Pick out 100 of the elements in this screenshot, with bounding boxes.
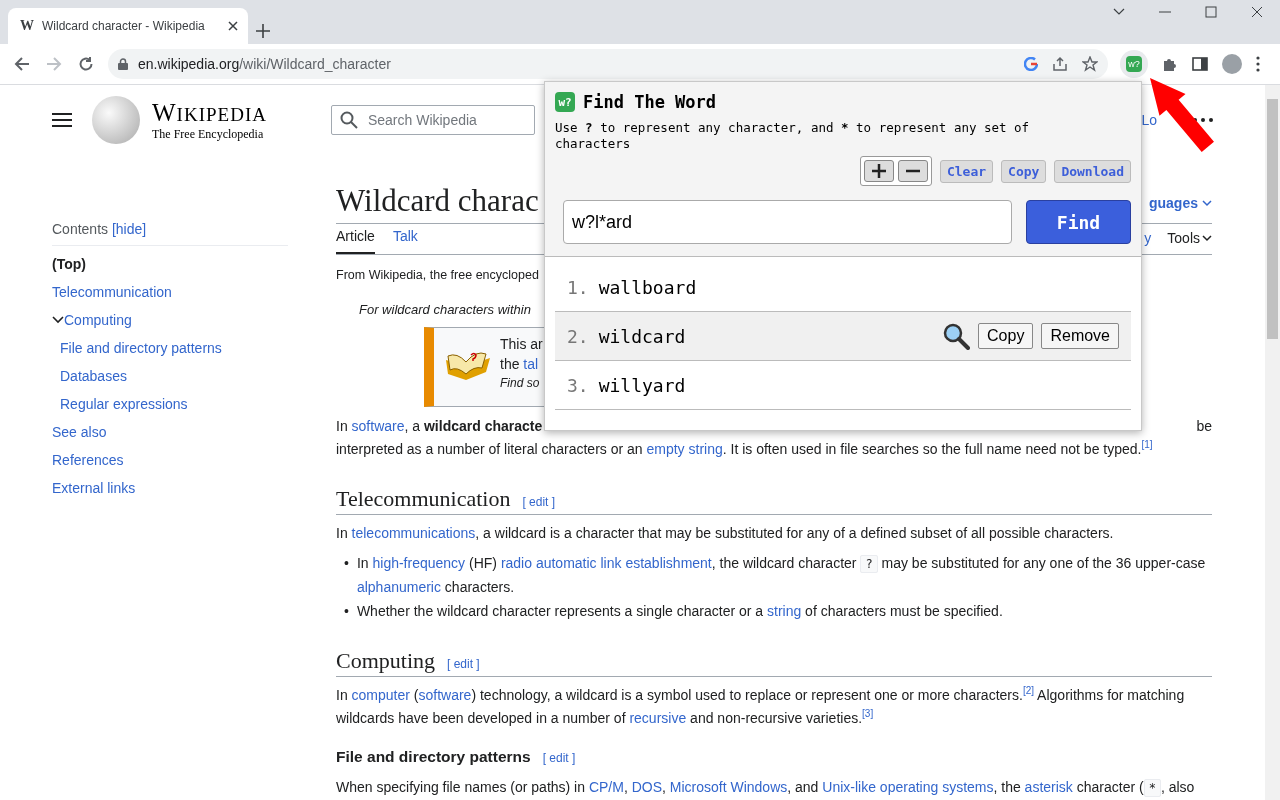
new-tab-icon[interactable] [256,24,270,38]
tool-button[interactable]: Clear [939,159,994,183]
popup-description: Use ? to represent any character, and * to represent any set of characters [555,120,1031,152]
article-link[interactable]: DOS [631,779,662,795]
toc-link[interactable]: (Top) [52,256,86,272]
search-icon [339,111,358,129]
list-item: In high-frequency (HF) radio automatic link establishment, the wildcard character ? may be substituted for any one of the 36 upper-case alphanumeric characters. [356,554,1207,597]
article-link[interactable]: alphanumeric [356,579,441,595]
close-icon[interactable] [1251,6,1263,18]
bullet: • [344,602,349,621]
maximize-icon[interactable] [1205,6,1217,18]
find-button[interactable]: Find [1026,200,1131,244]
profile-avatar[interactable] [1222,54,1242,74]
section-heading: Computing [336,648,435,674]
toc-link[interactable]: See also [52,424,107,440]
result-row[interactable]: 3. willyard [555,361,1131,410]
article-link[interactable]: radio automatic link establishment [500,555,712,571]
google-icon[interactable] [1024,57,1038,71]
star-icon[interactable] [1082,56,1098,72]
magnifier-icon[interactable] [942,322,971,350]
contents-title: Contents [52,221,110,237]
popup-title: Find The Word [583,92,717,112]
article-link[interactable]: high-frequency [372,555,466,571]
reload-icon[interactable] [78,56,94,72]
citation-link[interactable]: [2] [1022,685,1034,697]
paragraph: When specifying file names (or paths) in CP/M, DOS, Microsoft Windows, and Unix-like operating systems, the asterisk character ( * , also [336,778,1196,799]
languages-button[interactable]: guages [1149,195,1212,211]
toc-link[interactable]: Telecommunication [52,284,172,300]
row-action-button[interactable]: Copy [978,323,1034,349]
side-panel-icon[interactable] [1192,56,1208,72]
site-subtitle: From Wikipedia, the free encycloped [336,268,539,282]
tool-button[interactable]: Download [1054,159,1131,183]
plus-button[interactable] [863,160,894,182]
menu-icon[interactable] [52,112,72,128]
article-link[interactable]: computer [351,687,410,703]
article-link[interactable]: software [351,418,405,434]
article-link[interactable]: recursive [629,710,687,726]
browser-tab[interactable]: W Wildcard character - Wikipedia [8,8,248,44]
toc-link[interactable]: References [52,452,124,468]
article-tab[interactable]: Article [336,228,375,254]
article-title: Wildcard charac [336,183,539,219]
result-number: 1. [567,276,589,298]
search-field[interactable]: Search Wikipedia [330,105,535,135]
chevron-down-icon [1202,233,1212,243]
edit-link[interactable]: [ edit ] [542,751,576,765]
toc-link[interactable]: External links [52,480,136,496]
url-text: en.wikipedia.org/wiki/Wildcard_character [138,56,392,72]
article-link[interactable]: string [767,603,802,619]
row-action-button[interactable]: Remove [1041,323,1119,349]
result-word: willyard [598,374,686,396]
article-link[interactable]: asterisk [1024,779,1073,795]
paragraph: interpreted as a number of literal characters or an empty string. It is often used in file searches so the full name need not be typed.$^{[1]}$ [336,438,1154,459]
notice-text: This ar [500,336,543,352]
hatnote: For wildcard characters within [359,302,531,317]
article-link[interactable]: empty string [646,441,723,457]
article-tab[interactable]: Talk [392,228,418,254]
list-item: Whether the wildcard character represents a single character or a string of characters must be specified. [356,602,1003,621]
inline-code: ? [860,555,878,573]
extension-button[interactable]: w? [1120,50,1148,78]
result-word: wildcard [598,325,686,347]
login-link[interactable]: Lo [1141,112,1157,128]
toc-link[interactable]: Regular expressions [60,396,188,412]
result-row[interactable]: 2. wildcard Copy Remove [555,311,1131,361]
paragraph: In software, a wildcard characte [336,417,543,436]
notice-text: Find so [500,376,541,390]
hide-link[interactable]: [hide] [111,221,147,237]
more-icon[interactable] [1256,56,1260,72]
talk-link[interactable]: tal [523,356,539,372]
tool-button[interactable]: Copy [1001,159,1047,183]
address-bar[interactable]: en.wikipedia.org/wiki/Wildcard_character [108,49,1108,79]
toc-link[interactable]: Computing [64,312,132,328]
wikipedia-favicon-icon: W [20,18,34,34]
chevron-down-icon [1202,198,1212,208]
tools-menu[interactable]: Tools [1167,230,1212,246]
share-icon[interactable] [1052,56,1068,72]
section-heading: Telecommunication [336,486,511,512]
history-link[interactable]: y [1144,230,1152,246]
paragraph: In computer (software) technology, a wildcard is a symbol used to replace or represent one or more characters.$^{[2]}$ Algorithms for matching wildcards have been developed in a number of recursive and non-recursive varieties.$^{[3]}$ [336,684,1186,728]
paragraph: be [1196,417,1212,436]
puzzle-icon[interactable] [1162,56,1178,72]
edit-link[interactable]: [ edit ] [522,495,556,509]
toc-link[interactable]: Databases [60,368,127,384]
chevron-icon[interactable] [52,314,64,326]
w-question-icon: w? [1126,56,1142,72]
toc-link[interactable]: File and directory patterns [60,340,222,356]
query-input[interactable]: w?l*ard [563,200,1012,244]
tab-title: Wildcard character - Wikipedia [42,19,206,33]
close-icon[interactable] [228,21,238,31]
article-link[interactable]: CP/M [588,779,624,795]
citation-link[interactable]: [1] [1141,439,1153,451]
tagline: The Free Encyclopedia [152,126,265,142]
citation-link[interactable]: [3] [862,708,874,720]
minus-button[interactable] [897,160,928,182]
bullet: • [344,554,349,573]
article-link[interactable]: software [418,687,472,703]
edit-link[interactable]: [ edit ] [447,657,480,671]
back-icon[interactable] [14,56,30,72]
inline-code: * [1143,779,1161,797]
scrollbar[interactable] [1265,85,1280,800]
result-number: 2. [567,325,589,347]
